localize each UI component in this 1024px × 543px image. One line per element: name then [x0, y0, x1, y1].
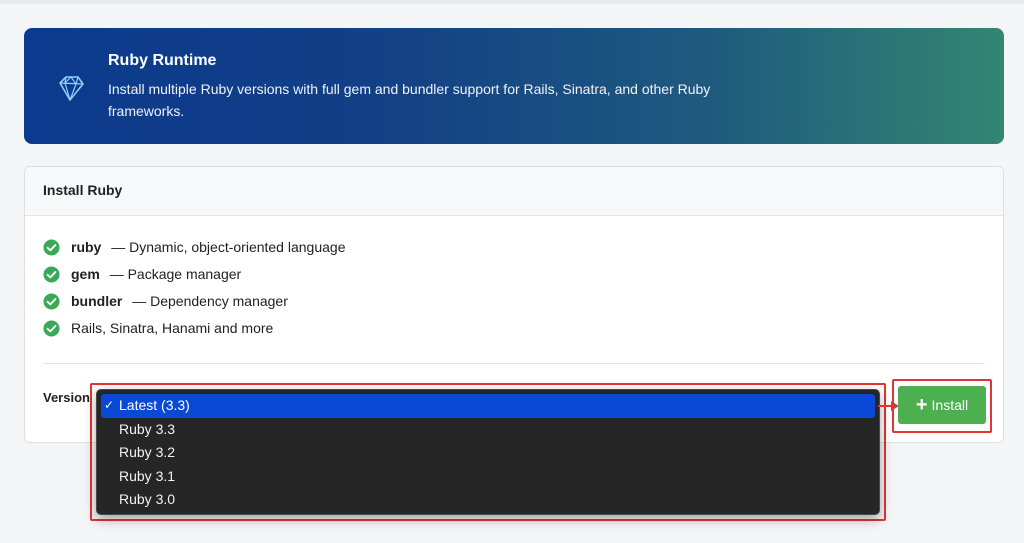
version-option-3-3[interactable]: Ruby 3.3	[101, 418, 875, 442]
feature-desc: — Dynamic, object-oriented language	[111, 239, 346, 255]
option-label: Ruby 3.3	[119, 420, 176, 437]
version-option-3-2[interactable]: Ruby 3.2	[101, 441, 875, 465]
version-option-3-1[interactable]: Ruby 3.1	[101, 465, 875, 489]
feature-desc: — Package manager	[109, 266, 242, 282]
list-item: gem — Package manager	[43, 264, 345, 291]
banner-description: Install multiple Ruby versions with full…	[108, 81, 711, 119]
feature-name: ruby	[71, 239, 102, 255]
feature-list: ruby — Dynamic, object-oriented language…	[43, 237, 345, 345]
option-label: Latest (3.3)	[119, 397, 190, 413]
banner-title: Ruby Runtime	[108, 52, 217, 69]
option-label: Ruby 3.0	[119, 491, 176, 507]
card-header: Install Ruby	[25, 167, 1003, 216]
card-title: Install Ruby	[43, 182, 123, 198]
version-dropdown-list[interactable]: ✓ Latest (3.3) Ruby 3.3 Ruby 3.2 Ruby 3.…	[96, 389, 880, 515]
feature-desc: — Dependency manager	[132, 293, 288, 309]
feature-name: gem	[71, 266, 100, 282]
check-circle-icon	[43, 320, 60, 337]
list-item: ruby — Dynamic, object-oriented language	[43, 237, 345, 264]
version-option-latest[interactable]: ✓ Latest (3.3)	[101, 394, 875, 418]
plus-icon: +	[915, 394, 928, 416]
install-label: Install	[931, 397, 969, 413]
ruby-gem-icon	[59, 76, 84, 101]
list-item: bundler — Dependency manager	[43, 291, 345, 318]
ruby-runtime-banner: Ruby Runtime Install multiple Ruby versi…	[24, 28, 1004, 144]
feature-desc: Rails, Sinatra, Hanami and more	[71, 320, 274, 336]
feature-name: bundler	[71, 293, 123, 309]
check-circle-icon	[43, 239, 60, 256]
check-circle-icon	[43, 293, 60, 310]
list-item: Rails, Sinatra, Hanami and more	[43, 318, 345, 345]
version-label: Version	[43, 390, 90, 405]
divider	[43, 363, 985, 364]
option-label: Ruby 3.2	[119, 444, 176, 460]
option-label: Ruby 3.1	[119, 467, 176, 484]
install-button[interactable]: + Install	[898, 386, 986, 424]
check-circle-icon	[43, 266, 60, 283]
selected-check-icon: ✓	[104, 398, 115, 412]
page: Ruby Runtime Install multiple Ruby versi…	[0, 4, 1024, 543]
version-option-3-0[interactable]: Ruby 3.0	[101, 488, 875, 512]
